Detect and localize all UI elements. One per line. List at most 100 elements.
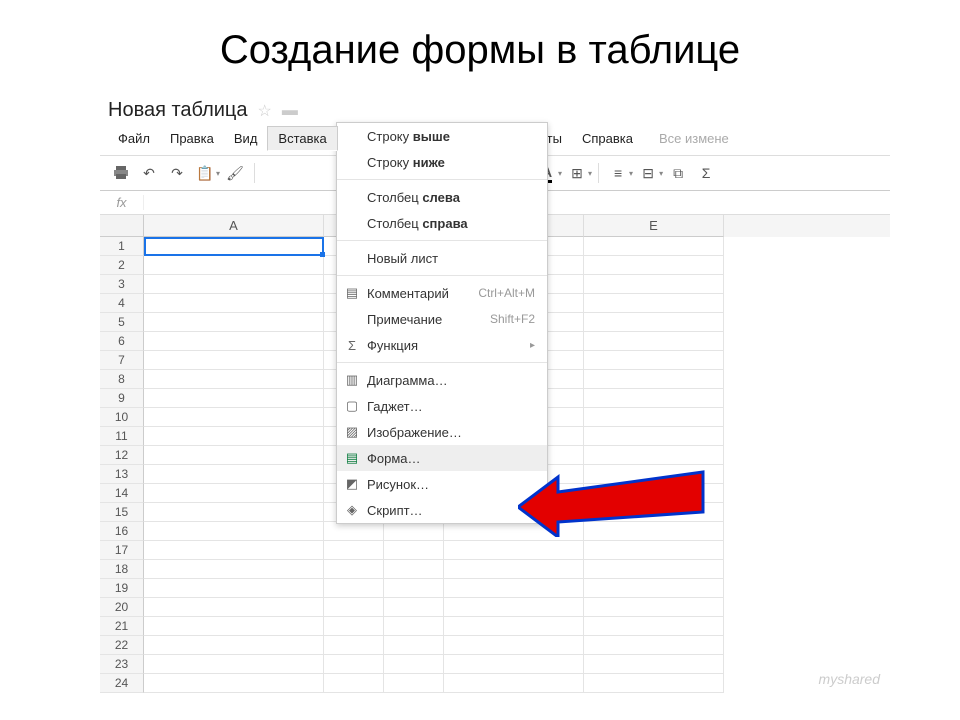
cell[interactable] (144, 313, 324, 332)
row-header[interactable]: 23 (100, 655, 144, 674)
cell[interactable] (584, 389, 724, 408)
cell[interactable] (324, 522, 384, 541)
cell[interactable] (144, 484, 324, 503)
insert-form[interactable]: ▤ Форма… (337, 445, 547, 471)
cell[interactable] (144, 674, 324, 693)
cell[interactable] (444, 541, 584, 560)
cell[interactable] (144, 579, 324, 598)
cell[interactable] (144, 275, 324, 294)
cell[interactable] (144, 522, 324, 541)
cell[interactable] (584, 294, 724, 313)
cell[interactable] (584, 484, 724, 503)
print-button[interactable] (108, 160, 134, 186)
functions-button[interactable]: Σ (693, 160, 719, 186)
menu-edit[interactable]: Правка (160, 127, 224, 150)
insert-image[interactable]: ▨ Изображение… (337, 419, 547, 445)
row-header[interactable]: 24 (100, 674, 144, 693)
cell[interactable] (324, 541, 384, 560)
cell[interactable] (384, 560, 444, 579)
cell[interactable] (584, 446, 724, 465)
cell[interactable] (584, 617, 724, 636)
cell[interactable] (144, 598, 324, 617)
cell[interactable] (144, 541, 324, 560)
cell[interactable] (584, 598, 724, 617)
row-header[interactable]: 14 (100, 484, 144, 503)
cell[interactable] (584, 636, 724, 655)
insert-new-sheet[interactable]: Новый лист (337, 245, 547, 271)
cell[interactable] (444, 522, 584, 541)
cell[interactable] (384, 617, 444, 636)
star-icon[interactable]: ☆ (258, 101, 272, 121)
cell[interactable] (144, 655, 324, 674)
cell[interactable] (584, 332, 724, 351)
insert-row-above[interactable]: Строку выше (337, 123, 547, 149)
cell[interactable] (384, 522, 444, 541)
cell[interactable] (144, 560, 324, 579)
cell[interactable] (444, 674, 584, 693)
row-header[interactable]: 20 (100, 598, 144, 617)
cell[interactable] (144, 446, 324, 465)
insert-row-below[interactable]: Строку ниже (337, 149, 547, 175)
paste-button[interactable]: 📋 (192, 160, 218, 186)
folder-icon[interactable]: ▬ (282, 102, 298, 120)
row-header[interactable]: 15 (100, 503, 144, 522)
cell[interactable] (444, 598, 584, 617)
insert-function[interactable]: Σ Функция ▸ (337, 332, 547, 358)
cell[interactable] (584, 351, 724, 370)
row-header[interactable]: 17 (100, 541, 144, 560)
cell[interactable] (584, 560, 724, 579)
row-header[interactable]: 22 (100, 636, 144, 655)
cell[interactable] (324, 636, 384, 655)
cell[interactable] (144, 332, 324, 351)
cell[interactable] (324, 674, 384, 693)
cell[interactable] (384, 674, 444, 693)
cell[interactable] (584, 655, 724, 674)
cell[interactable] (144, 503, 324, 522)
row-header[interactable]: 9 (100, 389, 144, 408)
row-header[interactable]: 12 (100, 446, 144, 465)
cell[interactable] (584, 237, 724, 256)
cell[interactable] (144, 389, 324, 408)
cell[interactable] (584, 579, 724, 598)
row-header[interactable]: 10 (100, 408, 144, 427)
cell[interactable] (444, 617, 584, 636)
cell[interactable] (444, 560, 584, 579)
cell[interactable] (584, 503, 724, 522)
cell[interactable] (584, 408, 724, 427)
insert-gadget[interactable]: ▢ Гаджет… (337, 393, 547, 419)
row-header[interactable]: 11 (100, 427, 144, 446)
row-header[interactable]: 3 (100, 275, 144, 294)
cell[interactable] (584, 370, 724, 389)
wrap-button[interactable]: ⧉ (665, 160, 691, 186)
col-header-e[interactable]: E (584, 215, 724, 237)
row-header[interactable]: 7 (100, 351, 144, 370)
cell[interactable] (584, 541, 724, 560)
row-header[interactable]: 8 (100, 370, 144, 389)
row-header[interactable]: 4 (100, 294, 144, 313)
row-header[interactable]: 6 (100, 332, 144, 351)
cell[interactable] (144, 256, 324, 275)
row-header[interactable]: 19 (100, 579, 144, 598)
cell[interactable] (144, 636, 324, 655)
cell[interactable] (444, 655, 584, 674)
cell[interactable] (384, 636, 444, 655)
col-header-a[interactable]: A (144, 215, 324, 237)
cell[interactable] (584, 522, 724, 541)
cell[interactable] (384, 541, 444, 560)
cell[interactable] (584, 313, 724, 332)
doc-title[interactable]: Новая таблица (108, 99, 248, 122)
cell[interactable] (324, 579, 384, 598)
insert-comment[interactable]: ▤ Комментарий Ctrl+Alt+M (337, 280, 547, 306)
cell[interactable] (324, 598, 384, 617)
insert-chart[interactable]: ▥ Диаграмма… (337, 367, 547, 393)
cell[interactable] (144, 408, 324, 427)
undo-button[interactable]: ↶ (136, 160, 162, 186)
cell[interactable] (384, 655, 444, 674)
insert-drawing[interactable]: ◩ Рисунок… (337, 471, 547, 497)
row-header[interactable]: 16 (100, 522, 144, 541)
menu-help[interactable]: Справка (572, 127, 643, 150)
cell[interactable] (584, 275, 724, 294)
insert-col-left[interactable]: Столбец слева (337, 184, 547, 210)
redo-button[interactable]: ↷ (164, 160, 190, 186)
valign-button[interactable]: ⊟ (635, 160, 661, 186)
